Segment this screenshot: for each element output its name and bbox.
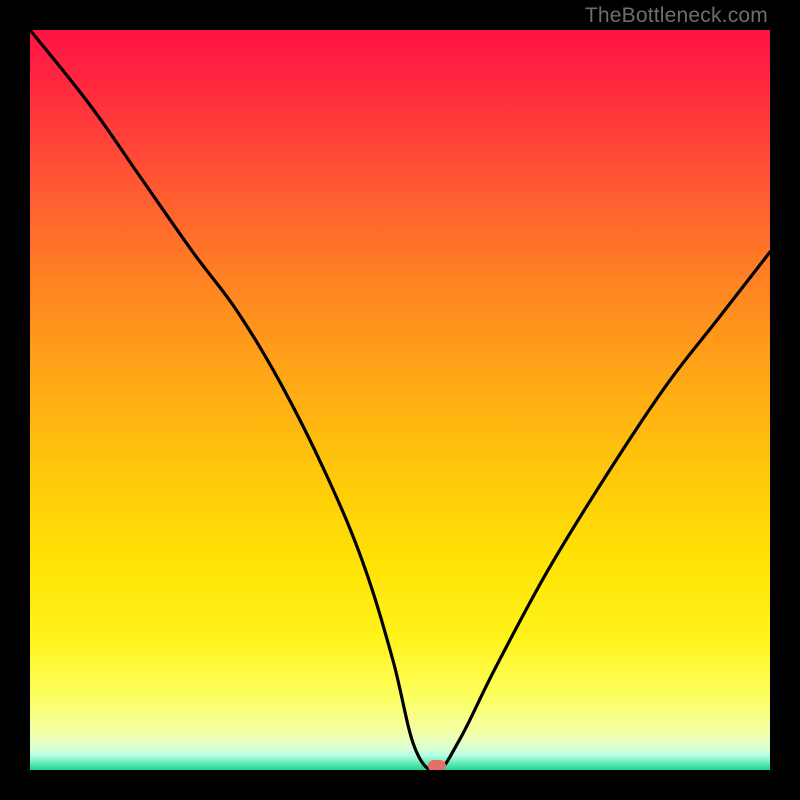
bottleneck-curve xyxy=(30,30,770,770)
watermark-text: TheBottleneck.com xyxy=(585,4,768,28)
curve-layer xyxy=(30,30,770,770)
plot-area xyxy=(30,30,770,770)
chart-frame: TheBottleneck.com xyxy=(0,0,800,800)
optimal-point-marker xyxy=(428,760,446,770)
